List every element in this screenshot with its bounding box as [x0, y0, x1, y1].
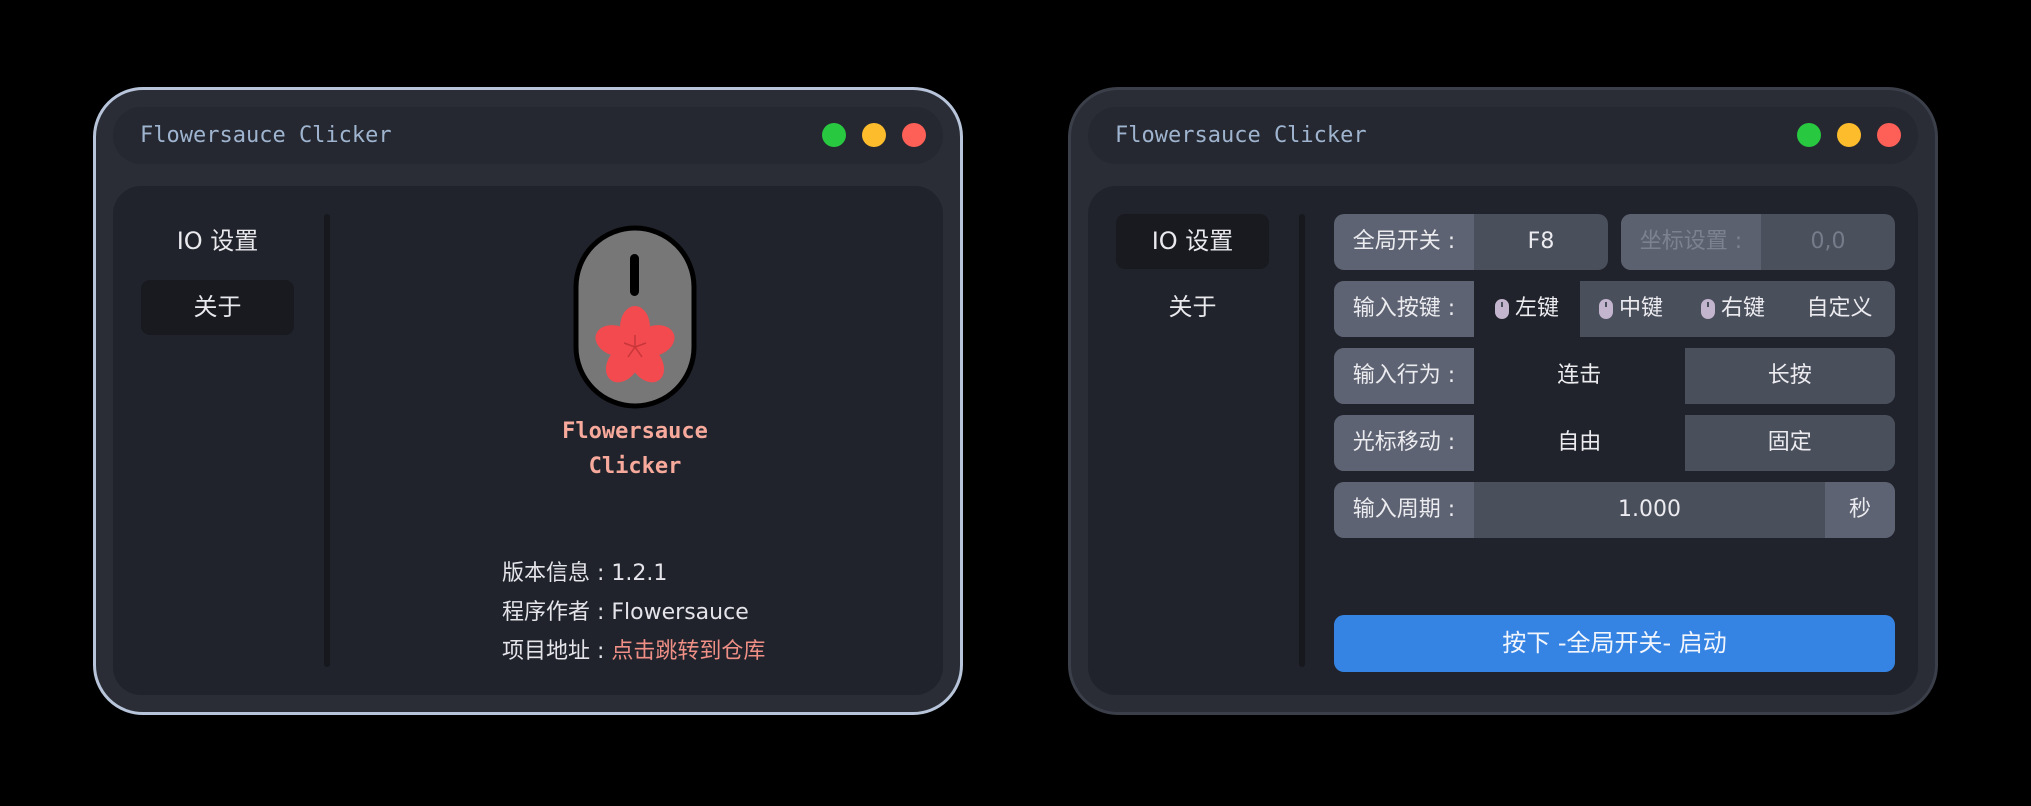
- row-input-action: 输入行为 : 连击 长按: [1334, 348, 1895, 404]
- mouse-icon: [1598, 299, 1613, 319]
- row-global-switch-and-coords: 全局开关 : F8 坐标设置 : 0,0: [1334, 214, 1895, 270]
- mouse-icon: [1494, 299, 1509, 319]
- window-controls: [1797, 123, 1901, 147]
- row-input-key: 输入按键 : 左键 中键 右键 自定义: [1334, 281, 1895, 337]
- key-custom-label: 自定义: [1806, 296, 1873, 321]
- start-button[interactable]: 按下 -全局开关- 启动: [1334, 615, 1895, 672]
- sidebar-item-about[interactable]: 关于: [141, 280, 294, 335]
- input-period-field[interactable]: 1.000: [1474, 482, 1825, 538]
- input-action-label: 输入行为 :: [1334, 348, 1474, 404]
- author-info: 程序作者 : Flowersauce: [502, 593, 765, 632]
- coord-setting-value: 0,0: [1810, 229, 1846, 254]
- sidebar-divider: [1299, 214, 1305, 667]
- app-name-line-2: Clicker: [588, 454, 682, 479]
- global-switch-field: 全局开关 : F8: [1334, 214, 1608, 270]
- row-input-period: 输入周期 : 1.000 秒: [1334, 482, 1895, 538]
- global-switch-label: 全局开关 :: [1334, 214, 1474, 270]
- sidebar: IO 设置 关于: [1116, 214, 1269, 346]
- maximize-button[interactable]: [822, 123, 846, 147]
- window-body: IO 设置 关于 Flowersauce Clicker 版本信息: 1.2.…: [113, 186, 943, 695]
- action-hold-option[interactable]: 长按: [1684, 348, 1895, 404]
- app-name: Flowersauce Clicker: [483, 414, 787, 484]
- sidebar-divider: [324, 214, 330, 667]
- input-period-label: 输入周期 :: [1334, 482, 1474, 538]
- cursor-move-label: 光标移动 :: [1334, 415, 1474, 471]
- about-info: 版本信息 : 1.2.1 程序作者 : Flowersauce 项目地址 : 点…: [502, 554, 765, 671]
- repo-label: 项目地址 :: [502, 639, 612, 664]
- row-cursor-move: 光标移动 : 自由 固定: [1334, 415, 1895, 471]
- version-value: 1.2.1: [611, 561, 668, 586]
- repo-link[interactable]: 点击跳转到仓库: [611, 639, 765, 664]
- key-right-label: 右键: [1720, 296, 1765, 321]
- sidebar: IO 设置 关于: [141, 214, 294, 346]
- window-title: Flowersauce Clicker: [140, 123, 392, 148]
- key-left-label: 左键: [1514, 296, 1559, 321]
- coord-setting-field: 坐标设置 : 0,0: [1621, 214, 1895, 270]
- key-custom-option[interactable]: 自定义: [1784, 281, 1895, 337]
- coord-setting-label: 坐标设置 :: [1621, 214, 1761, 270]
- action-click-option[interactable]: 连击: [1474, 348, 1685, 404]
- title-bar[interactable]: Flowersauce Clicker: [113, 107, 943, 164]
- window-controls: [822, 123, 926, 147]
- mouse-sakura-logo-icon: [573, 225, 697, 409]
- window-title: Flowersauce Clicker: [1115, 123, 1367, 148]
- window-body: IO 设置 关于 全局开关 : F8 坐标设置 : 0,0 输入按键 : 左键 …: [1088, 186, 1918, 695]
- input-key-label: 输入按键 :: [1334, 281, 1474, 337]
- minimize-button[interactable]: [1837, 123, 1861, 147]
- key-middle-option[interactable]: 中键: [1580, 281, 1682, 337]
- key-right-option[interactable]: 右键: [1682, 281, 1784, 337]
- input-period-unit: 秒: [1825, 482, 1895, 538]
- repo-info: 项目地址 : 点击跳转到仓库: [502, 632, 765, 671]
- title-bar[interactable]: Flowersauce Clicker: [1088, 107, 1918, 164]
- version-info: 版本信息 : 1.2.1: [502, 554, 765, 593]
- close-button[interactable]: [902, 123, 926, 147]
- io-settings-form: 全局开关 : F8 坐标设置 : 0,0 输入按键 : 左键 中键 右键 自定义…: [1334, 214, 1895, 549]
- author-value: Flowersauce: [611, 600, 749, 625]
- author-label: 程序作者 :: [502, 600, 612, 625]
- sidebar-item-io-settings[interactable]: IO 设置: [141, 214, 294, 269]
- key-middle-label: 中键: [1618, 296, 1663, 321]
- input-key-options: 左键 中键 右键 自定义: [1474, 281, 1895, 337]
- global-switch-hotkey[interactable]: F8: [1474, 214, 1608, 270]
- key-left-option[interactable]: 左键: [1474, 281, 1580, 337]
- minimize-button[interactable]: [862, 123, 886, 147]
- app-name-line-1: Flowersauce: [562, 419, 708, 444]
- sidebar-item-io-settings[interactable]: IO 设置: [1116, 214, 1269, 269]
- maximize-button[interactable]: [1797, 123, 1821, 147]
- close-button[interactable]: [1877, 123, 1901, 147]
- cursor-fixed-option[interactable]: 固定: [1684, 415, 1895, 471]
- sidebar-item-about[interactable]: 关于: [1116, 280, 1269, 335]
- mouse-icon: [1700, 299, 1715, 319]
- version-label: 版本信息 :: [502, 561, 612, 586]
- split-row: 全局开关 : F8 坐标设置 : 0,0: [1334, 214, 1895, 270]
- about-window: Flowersauce Clicker IO 设置 关于 Flowersauce…: [93, 87, 963, 715]
- io-settings-window: Flowersauce Clicker IO 设置 关于 全局开关 : F8 坐…: [1068, 87, 1938, 715]
- cursor-free-option[interactable]: 自由: [1474, 415, 1685, 471]
